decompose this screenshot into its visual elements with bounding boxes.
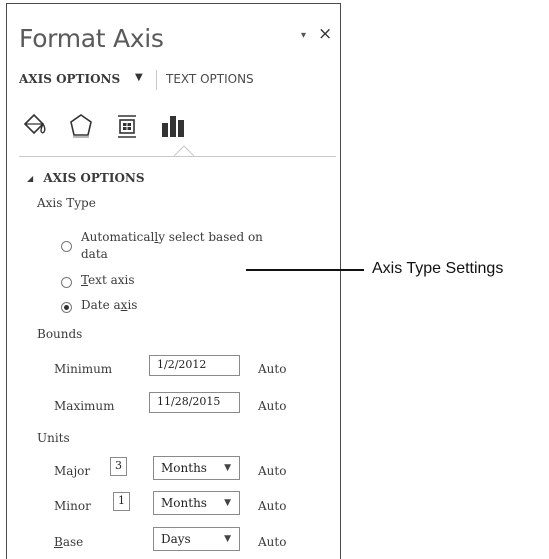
maximum-auto-button[interactable]: Auto bbox=[258, 399, 286, 413]
major-auto-button[interactable]: Auto bbox=[258, 464, 286, 478]
major-unit-dropdown[interactable]: Months ▼ bbox=[153, 456, 240, 480]
chevron-down-icon[interactable]: ▼ bbox=[135, 72, 143, 83]
tab-divider bbox=[156, 70, 157, 90]
minimum-label: Minimum bbox=[54, 362, 113, 376]
tab-text-options[interactable]: TEXT OPTIONS bbox=[166, 72, 254, 86]
units-label: Units bbox=[37, 431, 70, 445]
tab-axis-options[interactable]: AXIS OPTIONS bbox=[19, 72, 120, 86]
chevron-down-icon: ▼ bbox=[224, 534, 231, 544]
minor-unit-value: Months bbox=[161, 496, 207, 510]
chevron-down-icon: ▼ bbox=[224, 463, 231, 473]
size-properties-icon[interactable] bbox=[113, 112, 141, 140]
base-auto-button[interactable]: Auto bbox=[258, 535, 286, 549]
radio-date-axis-label[interactable]: Date axis bbox=[81, 298, 137, 312]
pane-options-chevron-icon[interactable]: ▾ bbox=[301, 30, 306, 41]
maximum-input[interactable]: 11/28/2015 bbox=[149, 392, 240, 413]
callout-leader-line bbox=[246, 269, 364, 271]
radio-text-axis-label[interactable]: Text axis bbox=[81, 273, 135, 287]
pane-title: Format Axis bbox=[19, 24, 164, 53]
radio-automatic[interactable] bbox=[61, 241, 72, 252]
axis-options-icon[interactable] bbox=[159, 112, 187, 140]
radio-automatic-label[interactable]: Automatically select based on bbox=[81, 230, 263, 244]
major-unit-value: Months bbox=[161, 461, 207, 475]
format-axis-pane: Format Axis ▾ × AXIS OPTIONS ▼ TEXT OPTI… bbox=[6, 3, 341, 559]
radio-text-axis[interactable] bbox=[61, 277, 72, 288]
minor-label: Minor bbox=[54, 499, 91, 513]
base-unit-value: Days bbox=[161, 532, 191, 546]
base-unit-dropdown[interactable]: Days ▼ bbox=[153, 527, 240, 551]
category-icon-bar bbox=[21, 112, 341, 142]
minimum-auto-button[interactable]: Auto bbox=[258, 362, 286, 376]
chevron-down-icon: ▼ bbox=[224, 498, 231, 508]
minor-unit-dropdown[interactable]: Months ▼ bbox=[153, 491, 240, 515]
callout-label: Axis Type Settings bbox=[372, 260, 504, 277]
minimum-input[interactable]: 1/2/2012 bbox=[149, 355, 240, 376]
bounds-label: Bounds bbox=[37, 327, 83, 341]
collapse-triangle-icon[interactable]: ◢ bbox=[27, 173, 33, 183]
effects-icon[interactable] bbox=[67, 112, 95, 140]
major-label: Major bbox=[54, 464, 91, 478]
radio-automatic-label-line2[interactable]: data bbox=[81, 247, 108, 261]
section-axis-options-header[interactable]: ◢ AXIS OPTIONS bbox=[27, 171, 145, 185]
radio-date-axis[interactable] bbox=[61, 302, 72, 313]
base-label: Base bbox=[54, 535, 84, 549]
close-icon[interactable]: × bbox=[318, 24, 332, 44]
maximum-label: Maximum bbox=[54, 399, 115, 413]
axis-type-label: Axis Type bbox=[37, 196, 96, 210]
fill-line-icon[interactable] bbox=[21, 112, 49, 140]
minor-value-input[interactable]: 1 bbox=[113, 492, 130, 511]
section-title: AXIS OPTIONS bbox=[43, 171, 145, 185]
major-value-input[interactable]: 3 bbox=[110, 457, 127, 476]
minor-auto-button[interactable]: Auto bbox=[258, 499, 286, 513]
section-divider bbox=[19, 156, 336, 157]
